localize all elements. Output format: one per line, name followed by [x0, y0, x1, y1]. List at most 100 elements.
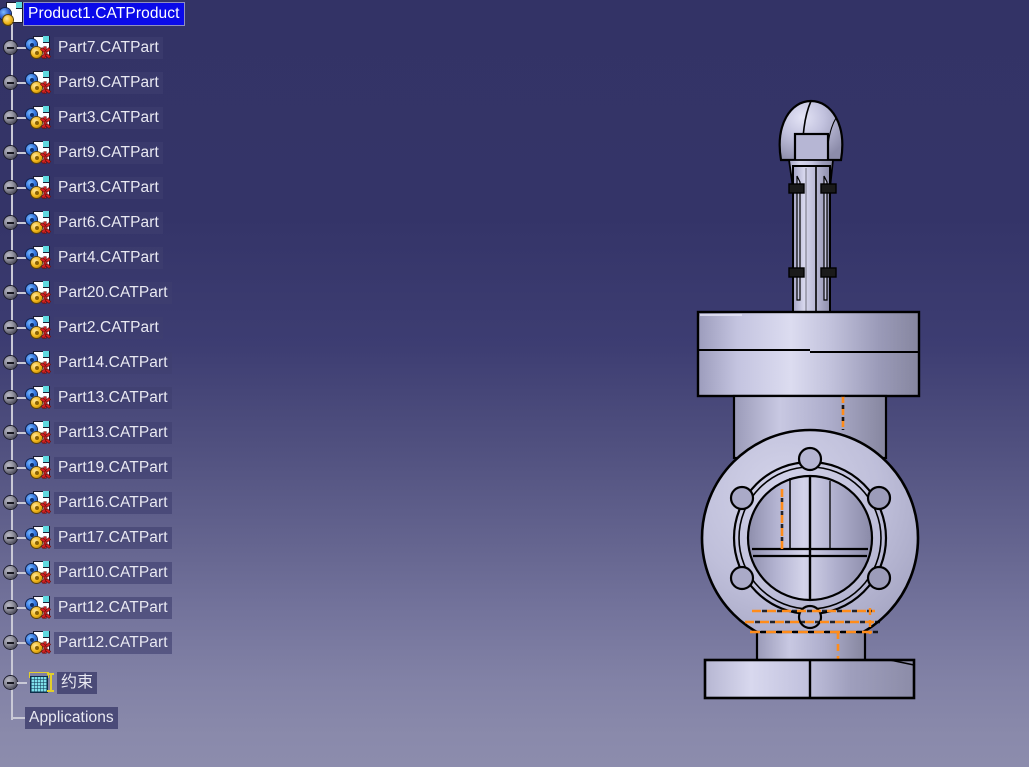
catpart-icon [26, 141, 52, 165]
tree-branch-line [17, 502, 26, 504]
tree-node-part[interactable]: Part3.CATPart [4, 175, 163, 201]
tree-node-part-label[interactable]: Part7.CATPart [54, 37, 163, 59]
tree-node-part[interactable]: Part19.CATPart [4, 455, 172, 481]
tree-node-part-label[interactable]: Part14.CATPart [54, 352, 172, 374]
stem-pin-lower-right [820, 267, 837, 278]
expand-handle-icon[interactable] [4, 216, 17, 229]
bolt-hole-lower-left [729, 565, 755, 591]
catpart-icon [26, 316, 52, 340]
specification-tree[interactable]: Product1.CATProduct Part7.CATPart Part9.C… [0, 0, 300, 767]
tree-node-part-label[interactable]: Part19.CATPart [54, 457, 172, 479]
tree-node-part[interactable]: Part2.CATPart [4, 315, 163, 341]
expand-handle-icon[interactable] [4, 111, 17, 124]
tree-node-part[interactable]: Part10.CATPart [4, 560, 172, 586]
tree-node-part[interactable]: Part14.CATPart [4, 350, 172, 376]
stem-rod-right [823, 175, 828, 301]
tree-branch-line [17, 257, 26, 259]
catpart-icon [26, 351, 52, 375]
tree-node-applications[interactable]: Applications [11, 705, 118, 731]
catia-application-window: Product1.CATProduct Part7.CATPart Part9.C… [0, 0, 1029, 767]
tree-node-part[interactable]: Part3.CATPart [4, 105, 163, 131]
tree-node-part-label[interactable]: Part13.CATPart [54, 387, 172, 409]
tree-branch-line [17, 682, 27, 684]
valve-flange[interactable] [700, 428, 920, 648]
bolt-hole-top [797, 446, 823, 472]
expand-handle-icon[interactable] [4, 321, 17, 334]
expand-handle-icon[interactable] [4, 676, 17, 689]
expand-handle-icon[interactable] [4, 496, 17, 509]
tree-node-part-label[interactable]: Part10.CATPart [54, 562, 172, 584]
tree-node-part-label[interactable]: Part3.CATPart [54, 107, 163, 129]
stem-pin-upper-left [788, 183, 805, 194]
tree-node-part[interactable]: Part9.CATPart [4, 140, 163, 166]
tree-node-constraints-label[interactable]: 约束 [57, 672, 98, 694]
tree-node-part[interactable]: Part6.CATPart [4, 210, 163, 236]
tree-node-part-label[interactable]: Part20.CATPart [54, 282, 172, 304]
expand-handle-icon[interactable] [4, 426, 17, 439]
tree-node-part-label[interactable]: Part12.CATPart [54, 632, 172, 654]
tree-node-part[interactable]: Part20.CATPart [4, 280, 172, 306]
tree-node-part[interactable]: Part7.CATPart [4, 35, 163, 61]
valve-handle-assembly[interactable] [778, 99, 844, 319]
tree-branch-line-applications [11, 717, 25, 719]
catpart-icon [26, 596, 52, 620]
expand-handle-icon[interactable] [4, 601, 17, 614]
expand-handle-icon[interactable] [4, 146, 17, 159]
valve-base-plate[interactable] [703, 658, 916, 700]
tree-branch-line [17, 362, 26, 364]
tree-branch-line [17, 292, 26, 294]
bolt-hole-bottom [797, 604, 823, 630]
catproduct-icon [0, 2, 24, 26]
expand-handle-icon[interactable] [4, 356, 17, 369]
tree-branch-line [17, 82, 26, 84]
expand-handle-icon[interactable] [4, 251, 17, 264]
tree-node-part-label[interactable]: Part9.CATPart [54, 142, 163, 164]
expand-handle-icon[interactable] [4, 636, 17, 649]
tree-root-label[interactable]: Product1.CATProduct [23, 2, 185, 26]
tree-node-part-label[interactable]: Part6.CATPart [54, 212, 163, 234]
tree-node-part-label[interactable]: Part16.CATPart [54, 492, 172, 514]
catpart-icon [26, 281, 52, 305]
stem-pin-lower-left [788, 267, 805, 278]
bolt-hole-upper-left [729, 485, 755, 511]
tree-node-part-label[interactable]: Part17.CATPart [54, 527, 172, 549]
bolt-hole-lower-right [866, 565, 892, 591]
tree-branch-line [17, 222, 26, 224]
catpart-icon [26, 71, 52, 95]
tree-node-part-label[interactable]: Part2.CATPart [54, 317, 163, 339]
tree-node-part-label[interactable]: Part13.CATPart [54, 422, 172, 444]
catpart-icon [26, 526, 52, 550]
bolt-hole-upper-right [866, 485, 892, 511]
tree-node-part[interactable]: Part12.CATPart [4, 630, 172, 656]
expand-handle-icon[interactable] [4, 461, 17, 474]
catpart-icon [26, 246, 52, 270]
expand-handle-icon[interactable] [4, 391, 17, 404]
tree-root-node[interactable]: Product1.CATProduct [0, 1, 185, 27]
tree-branch-line [17, 467, 26, 469]
tree-node-part-label[interactable]: Part9.CATPart [54, 72, 163, 94]
expand-handle-icon[interactable] [4, 181, 17, 194]
tree-node-part[interactable]: Part16.CATPart [4, 490, 172, 516]
valve-bonnet-plate[interactable] [696, 310, 921, 398]
tree-node-part[interactable]: Part4.CATPart [4, 245, 163, 271]
tree-node-applications-label[interactable]: Applications [25, 707, 118, 729]
expand-handle-icon[interactable] [4, 286, 17, 299]
tree-node-constraints[interactable]: 约束 [4, 670, 98, 696]
expand-handle-icon[interactable] [4, 41, 17, 54]
tree-node-part-label[interactable]: Part3.CATPart [54, 177, 163, 199]
tree-node-part[interactable]: Part9.CATPart [4, 70, 163, 96]
tree-node-part[interactable]: Part13.CATPart [4, 420, 172, 446]
tree-branch-line [17, 187, 26, 189]
catpart-icon [26, 386, 52, 410]
tree-node-part[interactable]: Part13.CATPart [4, 385, 172, 411]
stem-rod-left [796, 175, 801, 301]
expand-handle-icon[interactable] [4, 566, 17, 579]
tree-node-part[interactable]: Part17.CATPart [4, 525, 172, 551]
tree-node-part[interactable]: Part12.CATPart [4, 595, 172, 621]
tree-node-part-label[interactable]: Part4.CATPart [54, 247, 163, 269]
expand-handle-icon[interactable] [4, 531, 17, 544]
tree-node-part-label[interactable]: Part12.CATPart [54, 597, 172, 619]
tree-branch-line [17, 572, 26, 574]
catpart-icon [26, 561, 52, 585]
expand-handle-icon[interactable] [4, 76, 17, 89]
